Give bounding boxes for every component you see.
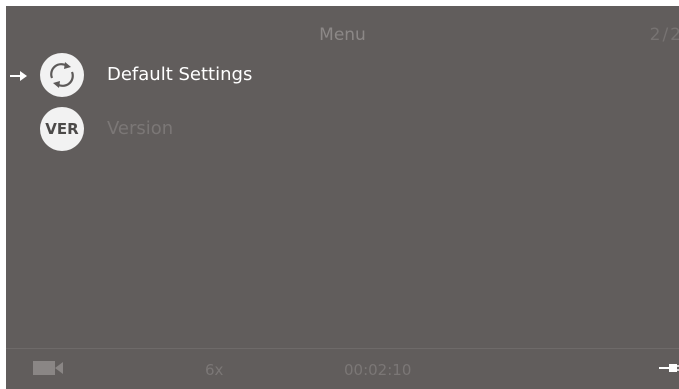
- recording-timer: 00:02:10: [344, 361, 412, 379]
- selection-arrow-icon: [10, 71, 27, 81]
- plug-icon: [659, 364, 679, 372]
- reset-icon: [40, 53, 84, 97]
- version-icon: VER: [40, 107, 84, 151]
- page-title: Menu: [319, 25, 366, 45]
- menu-item-label: Default Settings: [107, 64, 253, 85]
- menu-item-default-settings[interactable]: Default Settings: [6, 53, 679, 99]
- camera-icon: [33, 361, 63, 375]
- menu-item-label: Version: [107, 118, 174, 139]
- version-icon-text: VER: [45, 120, 79, 138]
- page-indicator: 2/2: [649, 25, 679, 45]
- zoom-level: 6x: [205, 361, 224, 379]
- status-bar: 6x 00:02:10: [6, 348, 679, 389]
- menu-item-version[interactable]: VER Version: [6, 107, 679, 153]
- menu-screen: Menu 2/2 Default Settings VER Version 6x: [6, 6, 679, 389]
